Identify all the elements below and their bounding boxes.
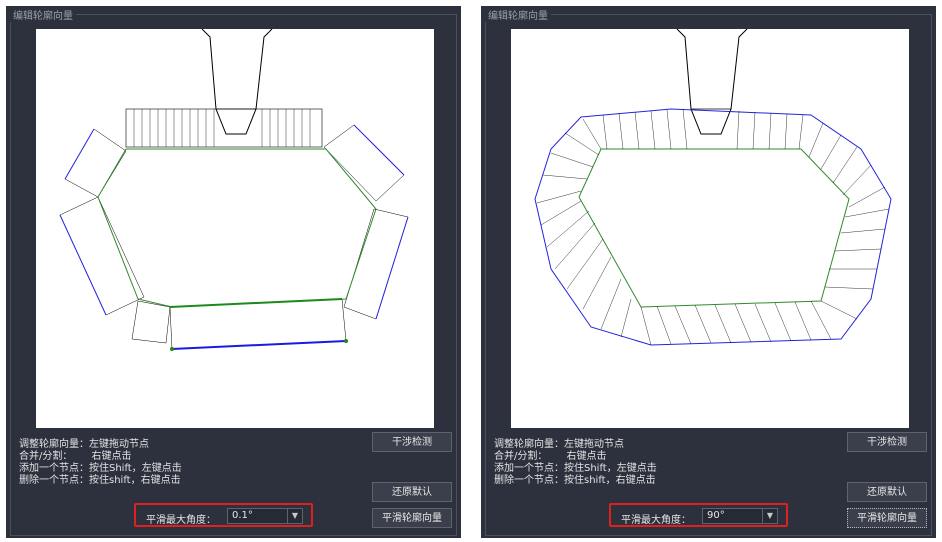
instruction-row: 删除一个节点：按住shift，右键点击 [494,475,656,486]
instructions: 调整轮廓向量：左键拖动节点 合并/分割： 右键点击 添加一个节点：按住Shift… [19,439,269,487]
contour-canvas[interactable] [36,29,434,428]
instruction-row: 调整轮廓向量：左键拖动节点 [19,439,149,450]
highlight-box [609,503,788,527]
instruction-row: 调整轮廓向量：左键拖动节点 [494,439,624,450]
instruction-row: 添加一个节点：按住Shift，左键点击 [19,463,182,474]
group-title: 编辑轮廓向量 [10,7,76,22]
contour-drawing[interactable] [36,29,434,428]
tool-outline [201,29,273,135]
vector-hatch [536,108,890,346]
vector-segment [59,196,145,316]
outer-contour [534,108,892,346]
interference-check-button[interactable]: 干涉检测 [372,432,452,452]
instruction-row: 合并/分割： 右键点击 [494,451,607,462]
group-title: 编辑轮廓向量 [485,7,551,22]
vector-segment [343,208,409,320]
highlight-box [134,503,313,527]
contour-drawing[interactable] [511,29,909,428]
reset-default-button[interactable]: 还原默认 [372,482,452,502]
vector-segment [131,300,171,344]
reset-default-button[interactable]: 还原默认 [847,482,927,502]
instruction-row: 删除一个节点：按住shift，右键点击 [19,475,181,486]
instructions: 调整轮廓向量：左键拖动节点 合并/分割： 右键点击 添加一个节点：按住Shift… [494,439,744,487]
left-panel: 编辑轮廓向量 调整轮廓向量：左键拖动节点 合并/分割： 右键点击 添加一个节点：… [6,6,461,538]
smooth-contour-button[interactable]: 平滑轮廓向量 [847,508,927,528]
inner-contour [578,148,850,308]
right-panel: 编辑轮廓向量 调整轮廓向量：左键拖动节点 合并/分割： 右键点击 添加一个节点：… [481,6,936,538]
inner-contour [97,148,377,308]
tool-outline [676,29,748,135]
smooth-contour-button[interactable]: 平滑轮廓向量 [372,508,452,528]
instruction-row: 添加一个节点：按住Shift，左键点击 [494,463,657,474]
interference-check-button[interactable]: 干涉检测 [847,432,927,452]
contour-canvas[interactable] [511,29,909,428]
vector-hatch [133,109,311,147]
instruction-row: 合并/分割： 右键点击 [19,451,132,462]
